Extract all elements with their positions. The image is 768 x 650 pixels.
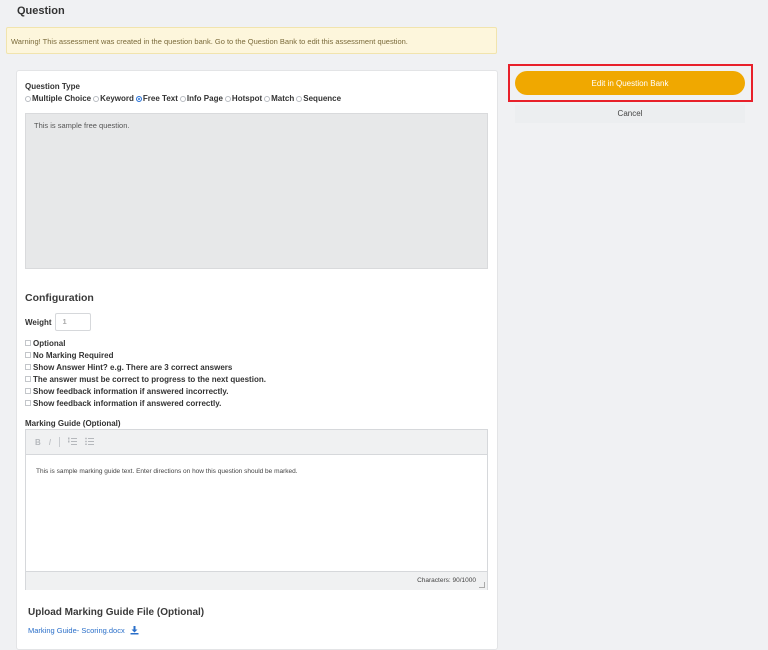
file-name-link[interactable]: Marking Guide- Scoring.docx [28, 626, 125, 635]
upload-heading: Upload Marking Guide File (Optional) [28, 607, 205, 618]
radio-circle[interactable] [224, 95, 231, 102]
radio-circle[interactable] [296, 95, 303, 102]
radio-multiple-choice[interactable]: Multiple Choice [25, 94, 91, 103]
resize-handle-icon[interactable] [479, 582, 485, 588]
question-form-card: Question Type Multiple Choice Keyword Fr… [16, 70, 498, 650]
radio-info-page[interactable]: Info Page [179, 94, 223, 103]
checkbox-show-answer-hint[interactable]: Show Answer Hint? e.g. There are 3 corre… [25, 361, 266, 373]
radio-match[interactable]: Match [264, 94, 294, 103]
radio-circle[interactable] [25, 95, 31, 102]
checkbox-feedback-incorrect[interactable]: Show feedback information if answered in… [25, 385, 266, 397]
checkbox-box[interactable] [25, 388, 31, 394]
question-type-label: Question Type [25, 82, 80, 91]
editor-toolbar: B I [26, 430, 487, 455]
warning-banner: Warning! This assessment was created in … [6, 27, 497, 54]
checkbox-box[interactable] [25, 376, 31, 382]
weight-label: Weight [25, 317, 52, 327]
bold-button[interactable]: B [35, 438, 41, 447]
radio-circle[interactable] [179, 95, 186, 102]
marking-guide-text[interactable]: This is sample marking guide text. Enter… [26, 455, 487, 571]
radio-sequence[interactable]: Sequence [296, 94, 341, 103]
toolbar-divider [59, 437, 61, 447]
checkbox-no-marking-required[interactable]: No Marking Required [25, 349, 266, 361]
weight-input[interactable]: 1 [54, 313, 91, 331]
character-counter: Characters: 90/1000 [26, 571, 487, 590]
checkbox-box[interactable] [25, 340, 31, 346]
marking-guide-label: Marking Guide (Optional) [25, 419, 121, 428]
question-text-area[interactable]: This is sample free question. [25, 113, 488, 269]
checkbox-box[interactable] [25, 364, 31, 370]
cancel-button[interactable]: Cancel [515, 105, 745, 123]
configuration-heading: Configuration [25, 292, 94, 304]
config-checkbox-list: Optional No Marking Required Show Answer… [25, 337, 266, 409]
radio-free-text[interactable]: Free Text [135, 94, 178, 103]
radio-hotspot[interactable]: Hotspot [224, 94, 262, 103]
checkbox-feedback-correct[interactable]: Show feedback information if answered co… [25, 397, 266, 409]
marking-guide-editor: B I This is sample marking guide text. E… [25, 429, 488, 590]
ordered-list-icon[interactable] [68, 437, 78, 447]
download-icon[interactable] [130, 626, 139, 635]
question-type-radio-group: Multiple Choice Keyword Free Text Info P… [25, 94, 343, 103]
radio-circle[interactable] [264, 95, 271, 102]
marking-guide-file[interactable]: Marking Guide- Scoring.docx [28, 626, 139, 635]
character-count: Characters: 90/1000 [417, 577, 476, 584]
unordered-list-icon[interactable] [85, 437, 95, 447]
weight-row: Weight 1 [25, 313, 91, 331]
italic-button[interactable]: I [49, 438, 51, 447]
checkbox-must-be-correct[interactable]: The answer must be correct to progress t… [25, 373, 266, 385]
radio-circle-selected[interactable] [135, 95, 142, 102]
edit-in-question-bank-button[interactable]: Edit in Question Bank [515, 71, 745, 95]
checkbox-optional[interactable]: Optional [25, 337, 266, 349]
radio-keyword[interactable]: Keyword [93, 94, 134, 103]
page-title: Question [17, 5, 65, 17]
checkbox-box[interactable] [25, 400, 31, 406]
radio-circle[interactable] [93, 95, 100, 102]
checkbox-box[interactable] [25, 352, 31, 358]
